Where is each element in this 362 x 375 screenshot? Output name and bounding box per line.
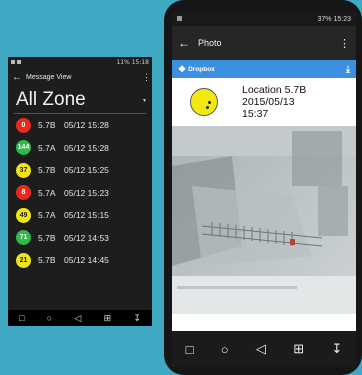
clock: 15:23 [333,15,351,23]
clock: 15:18 [131,58,149,66]
battery-level: 37% [317,15,332,23]
download-icon[interactable]: ↧ [331,341,342,357]
count-badge: 21 [16,252,31,268]
dropbox-bar: ❖ Dropbox ⤓ [172,60,356,78]
recent-apps-icon[interactable]: □ [186,342,194,357]
overflow-menu-icon[interactable]: ⋮ [142,72,151,83]
timestamp: 05/12 14:45 [64,255,109,266]
count-badge: 49 [16,207,31,223]
list-item[interactable]: 71 5.7B 05/12 14:53 [8,227,152,250]
zone-label: 5.7B [38,120,56,131]
zone-label: 5.7A [38,187,56,198]
list-item[interactable]: 37 5.7B 05/12 15:25 [8,159,152,182]
recent-apps-icon[interactable]: □ [19,313,24,323]
count-badge: 0 [16,117,31,133]
timestamp: 05/12 15:28 [64,120,109,131]
back-icon[interactable]: ◁ [74,313,81,324]
message-list: 0 5.7B 05/12 15:28 144 5.7A 05/12 15:28 37 5.7B… [8,114,152,272]
navigation-bar: □ ○ ◁ ⊞ ↧ [8,310,152,326]
list-item[interactable]: 21 5.7B 05/12 14:45 [8,249,152,272]
camera-photo [172,126,356,314]
app-bar: ← Photo ⋮ [172,26,356,60]
notification-icons [11,59,23,66]
app-bar: ← Message View ⋮ [8,67,152,87]
zone-label: 5.7B [38,232,56,243]
overflow-menu-icon[interactable]: ⋮ [339,37,350,50]
count-badge: 71 [16,230,31,246]
list-item[interactable]: 8 5.7A 05/12 15:23 [8,182,152,205]
surveillance-image [172,126,356,314]
photo-info: Location 5.7B 2015/05/13 15:37 [172,78,356,126]
download-icon[interactable]: ↧ [133,313,141,324]
phone-screen: 37% 15:23 ← Photo ⋮ ❖ Dropbox ⤓ Location… [172,12,356,367]
list-item[interactable]: 49 5.7A 05/12 15:15 [8,204,152,227]
count-badge: 37 [16,162,31,178]
timestamp: 05/12 15:28 [64,142,109,153]
battery-level: 11% [116,58,130,66]
count-badge: 8 [16,185,31,201]
zone-label: 5.7B [38,165,56,176]
timestamp: 05/12 15:25 [64,165,109,176]
list-item[interactable]: 144 5.7A 05/12 15:28 [8,137,152,160]
status-indicator [190,88,218,116]
status-bar: 11% 15:18 [8,57,152,67]
zone-selector[interactable]: All Zone ▾ [8,87,152,113]
zone-label: 5.7A [38,210,56,221]
page-title: Photo [198,38,222,48]
zone-label: 5.7B [38,255,56,266]
dropbox-label: Dropbox [188,65,215,73]
count-badge: 144 [16,140,31,156]
zone-title: All Zone [16,89,86,110]
zone-label: 5.7A [38,142,56,153]
home-icon[interactable]: ○ [221,342,229,357]
back-arrow-icon[interactable]: ← [12,72,26,83]
list-item[interactable]: 0 5.7B 05/12 15:28 [8,114,152,137]
photo-caption: Location 5.7B 2015/05/13 15:37 [242,84,307,120]
chevron-down-icon: ▾ [142,97,146,104]
menu-grid-icon[interactable]: ⊞ [293,341,304,357]
photo-view-phone: 37% 15:23 ← Photo ⋮ ❖ Dropbox ⤓ Location… [164,0,362,375]
navigation-bar: □ ○ ◁ ⊞ ↧ [172,331,356,367]
timestamp: 05/12 14:53 [64,232,109,243]
menu-grid-icon[interactable]: ⊞ [104,313,112,324]
page-title: Message View [26,73,72,81]
download-icon[interactable]: ⤓ [346,64,350,75]
back-icon[interactable]: ◁ [256,341,266,357]
home-icon[interactable]: ○ [47,313,52,323]
timestamp: 05/12 15:15 [64,210,109,221]
status-bar: 37% 15:23 [172,12,356,26]
notification-icons [177,15,182,23]
dropbox-icon: ❖ [178,63,187,74]
message-view-phone: 11% 15:18 ← Message View ⋮ All Zone ▾ 05… [8,57,152,326]
timestamp: 05/12 15:23 [64,187,109,198]
back-arrow-icon[interactable]: ← [178,36,198,50]
